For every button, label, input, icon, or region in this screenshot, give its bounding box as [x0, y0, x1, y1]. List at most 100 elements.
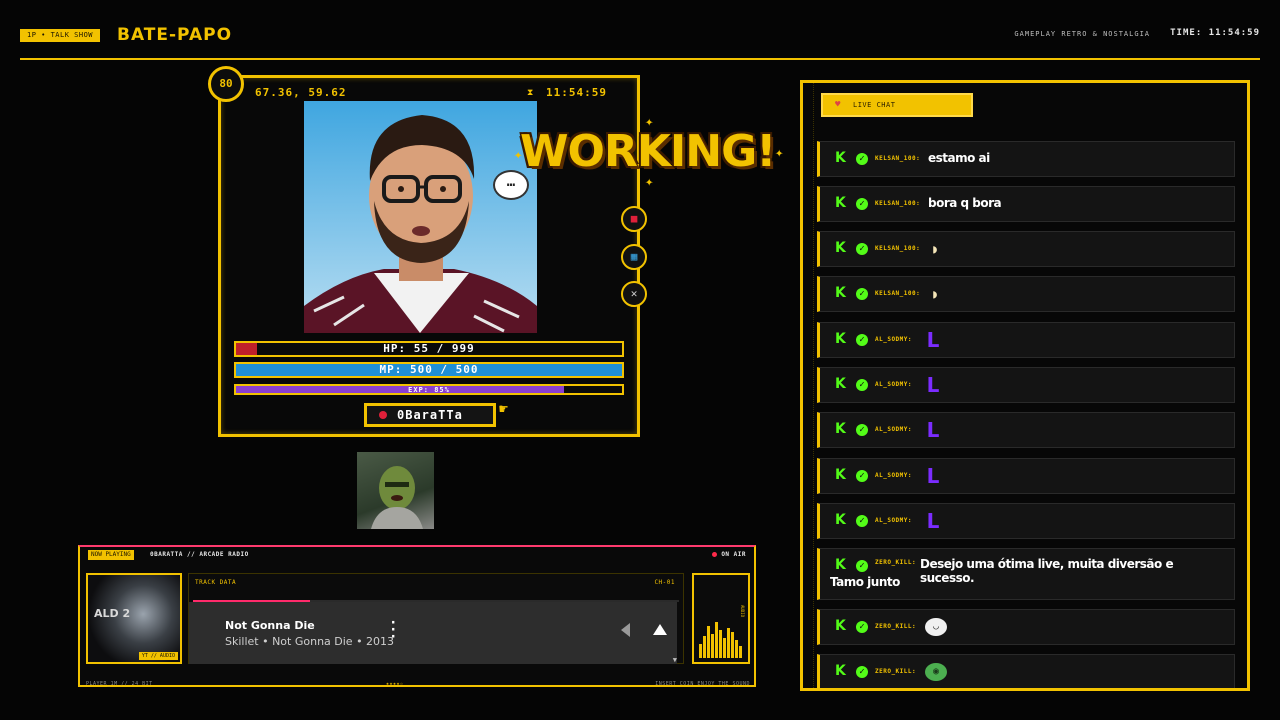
bread-emote-icon: ◗	[931, 287, 939, 301]
chat-text: bora q bora	[928, 196, 1002, 210]
on-air-status: ON AIR	[712, 551, 746, 558]
more-options-icon[interactable]: · · ·	[389, 616, 397, 644]
album-art: ALD 2 YT // AUDIO	[86, 573, 182, 664]
mp-label: MP: 500 / 500	[379, 363, 479, 376]
tab-live-chat[interactable]: ♥ LIVE CHAT	[821, 93, 973, 117]
l-emote-icon: L	[926, 509, 940, 533]
chat-text: estamo ai	[928, 151, 990, 165]
show-badge: 1P • TALK SHOW	[20, 29, 101, 42]
album-tag: YT // AUDIO	[138, 652, 178, 660]
avatar-portrait	[304, 101, 537, 333]
footer-right: INSERT COIN ENJOY THE SOUND	[655, 681, 750, 687]
chat-message: K ✓ KELSAN_100: ◗	[817, 276, 1235, 312]
footer-left: PLAYER_1M // 24 BIT	[86, 681, 153, 687]
chat-username[interactable]: AL_SODMY:	[875, 336, 912, 343]
player-name-tag[interactable]: 0BaraTTa	[364, 403, 496, 427]
chat-message: K ✓ ZERO_KILL: Desejo uma ótima live, muita…	[817, 548, 1235, 600]
eq-bar	[703, 636, 706, 658]
chat-message: K ✓ KELSAN_100: ◗	[817, 231, 1235, 267]
chat-divider	[813, 83, 814, 688]
eq-bar	[715, 622, 718, 658]
header-clock: TIME: 11:54:59	[1170, 28, 1260, 38]
header-bar: 1P • TALK SHOW BATE-PAPO GAMEPLAY RETRO …	[20, 24, 1260, 60]
kick-logo-icon: K	[835, 240, 846, 256]
eq-bar	[699, 644, 702, 658]
on-air-label: ON AIR	[721, 551, 746, 558]
chat-username[interactable]: AL_SODMY:	[875, 517, 912, 524]
play-icon[interactable]	[653, 624, 667, 635]
chat-username[interactable]: AL_SODMY:	[875, 472, 912, 479]
sparkle-icon: ✦	[514, 147, 523, 163]
chat-username[interactable]: KELSAN_100:	[875, 200, 920, 207]
sparkle-icon: ✦	[645, 174, 654, 190]
kick-logo-icon: K	[835, 150, 846, 166]
l-emote-icon: L	[926, 464, 940, 488]
chat-message: K ✓ AL_SODMY: L	[817, 412, 1235, 448]
verified-icon: ✓	[856, 334, 868, 346]
pointer-hand-icon: ☛	[499, 400, 509, 418]
heart-icon: ♥	[835, 100, 841, 110]
verified-icon: ✓	[856, 470, 868, 482]
eq-bar	[711, 634, 714, 658]
close-icon-button[interactable]: ✕	[621, 281, 647, 307]
chat-text: Desejo uma ótima live, muita diversão e …	[920, 557, 1174, 585]
channel-label: CH-01	[654, 579, 675, 586]
l-emote-icon: L	[926, 328, 940, 352]
chat-username[interactable]: ZERO_KILL:	[875, 668, 916, 675]
footer-rating: ★★★★☆	[386, 681, 404, 687]
eq-bar	[727, 628, 730, 658]
lock-icon-button[interactable]: ■	[621, 206, 647, 232]
exp-bar: EXP: 85%	[234, 384, 624, 395]
station-name: 0BARATTA // ARCADE RADIO	[150, 551, 249, 558]
eq-bar	[739, 646, 742, 658]
previous-icon[interactable]	[621, 623, 630, 637]
kick-logo-icon: K	[835, 618, 846, 634]
frog-emote-icon: ◉	[925, 663, 947, 681]
verified-icon: ✓	[856, 288, 868, 300]
hourglass-icon: ⧗	[527, 88, 534, 98]
verified-icon: ✓	[856, 560, 868, 572]
verified-icon: ✓	[856, 153, 868, 165]
chat-message: K ✓ KELSAN_100: estamo ai	[817, 141, 1235, 177]
page-title: BATE-PAPO	[117, 25, 233, 45]
chat-username[interactable]: AL_SODMY:	[875, 381, 912, 388]
level-badge: 80	[208, 66, 244, 102]
kick-logo-icon: K	[835, 421, 846, 437]
chat-message: K ✓ AL_SODMY: L	[817, 503, 1235, 539]
radio-panel: NOW PLAYING 0BARATTA // ARCADE RADIO ON …	[78, 545, 756, 687]
face-emote-icon: ◡	[925, 618, 947, 636]
song-title: Not Gonna Die	[225, 619, 315, 632]
chat-username[interactable]: ZERO_KILL:	[875, 559, 916, 566]
player-time: 11:54:59	[546, 86, 607, 99]
kick-logo-icon: K	[835, 285, 846, 301]
kick-logo-icon: K	[835, 376, 846, 392]
chat-username[interactable]: KELSAN_100:	[875, 155, 920, 162]
scroll-down-icon[interactable]: ▼	[673, 656, 677, 664]
album-title: ALD 2	[94, 607, 131, 620]
kick-logo-icon: K	[835, 467, 846, 483]
verified-icon: ✓	[856, 515, 868, 527]
map-icon-button[interactable]: ▦	[621, 244, 647, 270]
chat-text-continued: Tamo junto	[830, 575, 900, 589]
sparkle-icon: ✦	[645, 114, 654, 130]
chat-username[interactable]: KELSAN_100:	[875, 290, 920, 297]
chat-username[interactable]: KELSAN_100:	[875, 245, 920, 252]
eq-bar	[731, 632, 734, 658]
kick-logo-icon: K	[835, 195, 846, 211]
coords-readout: 67.36, 59.62	[255, 86, 347, 99]
equalizer: AUDIO	[692, 573, 750, 664]
kick-logo-icon: K	[835, 557, 846, 573]
player-name: 0BaraTTa	[397, 408, 463, 422]
media-player: Not Gonna Die Skillet • Not Gonna Die • …	[189, 602, 677, 664]
bread-emote-icon: ◗	[931, 242, 939, 256]
thumbnail-art	[371, 466, 423, 529]
exp-label: EXP: 85%	[408, 386, 450, 394]
verified-icon: ✓	[856, 198, 868, 210]
record-dot-icon	[379, 411, 387, 419]
verified-icon: ✓	[856, 424, 868, 436]
hp-bar: HP: 55 / 999	[234, 341, 624, 357]
chat-username[interactable]: ZERO_KILL:	[875, 623, 916, 630]
eq-label: AUDIO	[740, 605, 745, 618]
chat-username[interactable]: AL_SODMY:	[875, 426, 912, 433]
chat-message: K ✓ AL_SODMY: L	[817, 322, 1235, 358]
